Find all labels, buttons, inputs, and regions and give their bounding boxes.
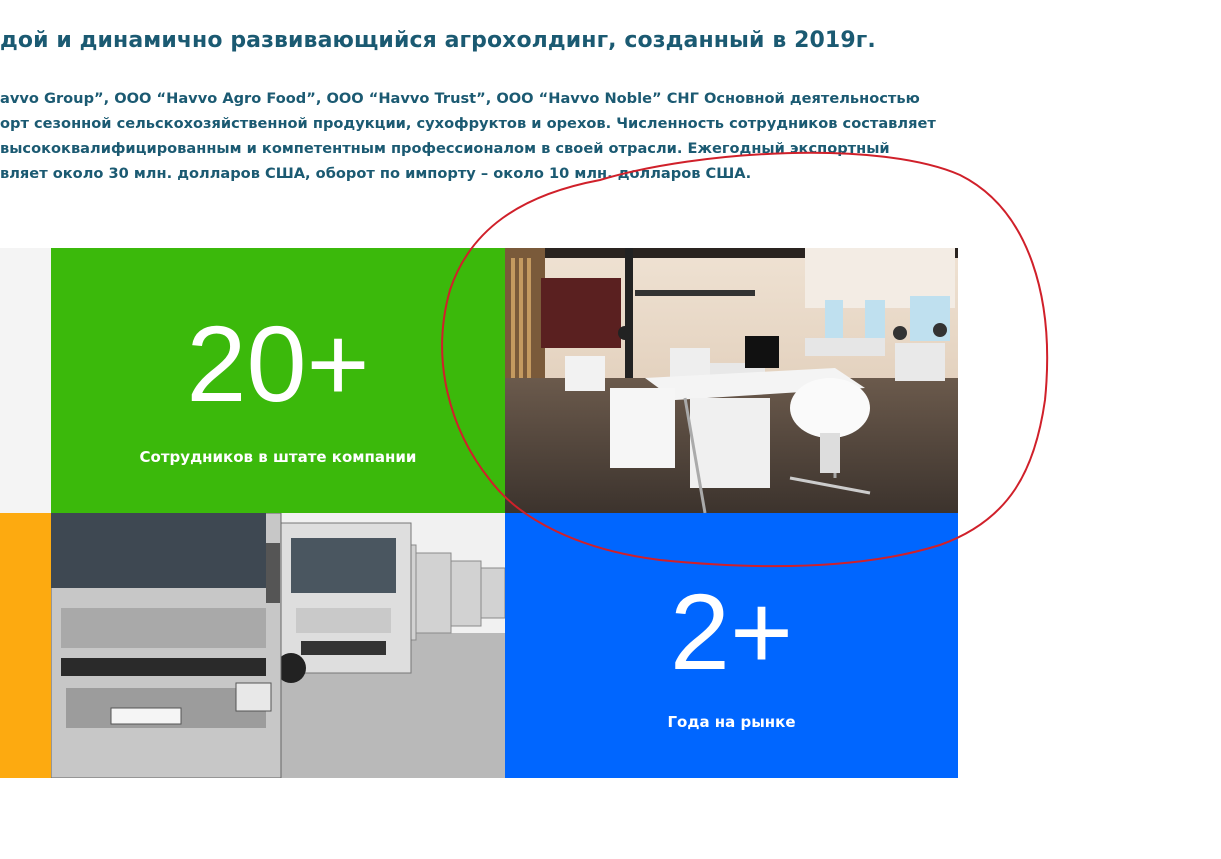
intro-line: орт сезонной сельскохозяйственной продук… <box>0 115 936 132</box>
truck-near <box>51 513 282 778</box>
years-count: 2+ <box>669 571 794 692</box>
years-stat-tile: 2+ Года на рынке <box>505 513 958 778</box>
office-image <box>505 248 958 513</box>
trucks-image <box>51 513 505 778</box>
employees-label: Сотрудников в штате компании <box>139 448 417 466</box>
years-label: Года на рынке <box>667 713 796 731</box>
intro-line: avvo Group”, ООО “Havvo Agro Food”, ООО … <box>0 90 920 107</box>
intro-line: вляет около 30 млн. долларов США, оборот… <box>0 165 752 182</box>
intro-line: высококвалифицированным и компетентным п… <box>0 140 890 157</box>
employees-stat-tile: 20+ Сотрудников в штате компании <box>51 248 505 513</box>
page-heading: дой и динамично развивающийся агрохолдин… <box>0 28 876 53</box>
orange-side-tile <box>0 513 51 778</box>
truck-mid <box>275 522 412 683</box>
office-photo <box>505 248 958 513</box>
trucks-photo <box>51 513 505 778</box>
gray-side-tile <box>0 248 51 513</box>
employees-count: 20+ <box>186 303 370 424</box>
